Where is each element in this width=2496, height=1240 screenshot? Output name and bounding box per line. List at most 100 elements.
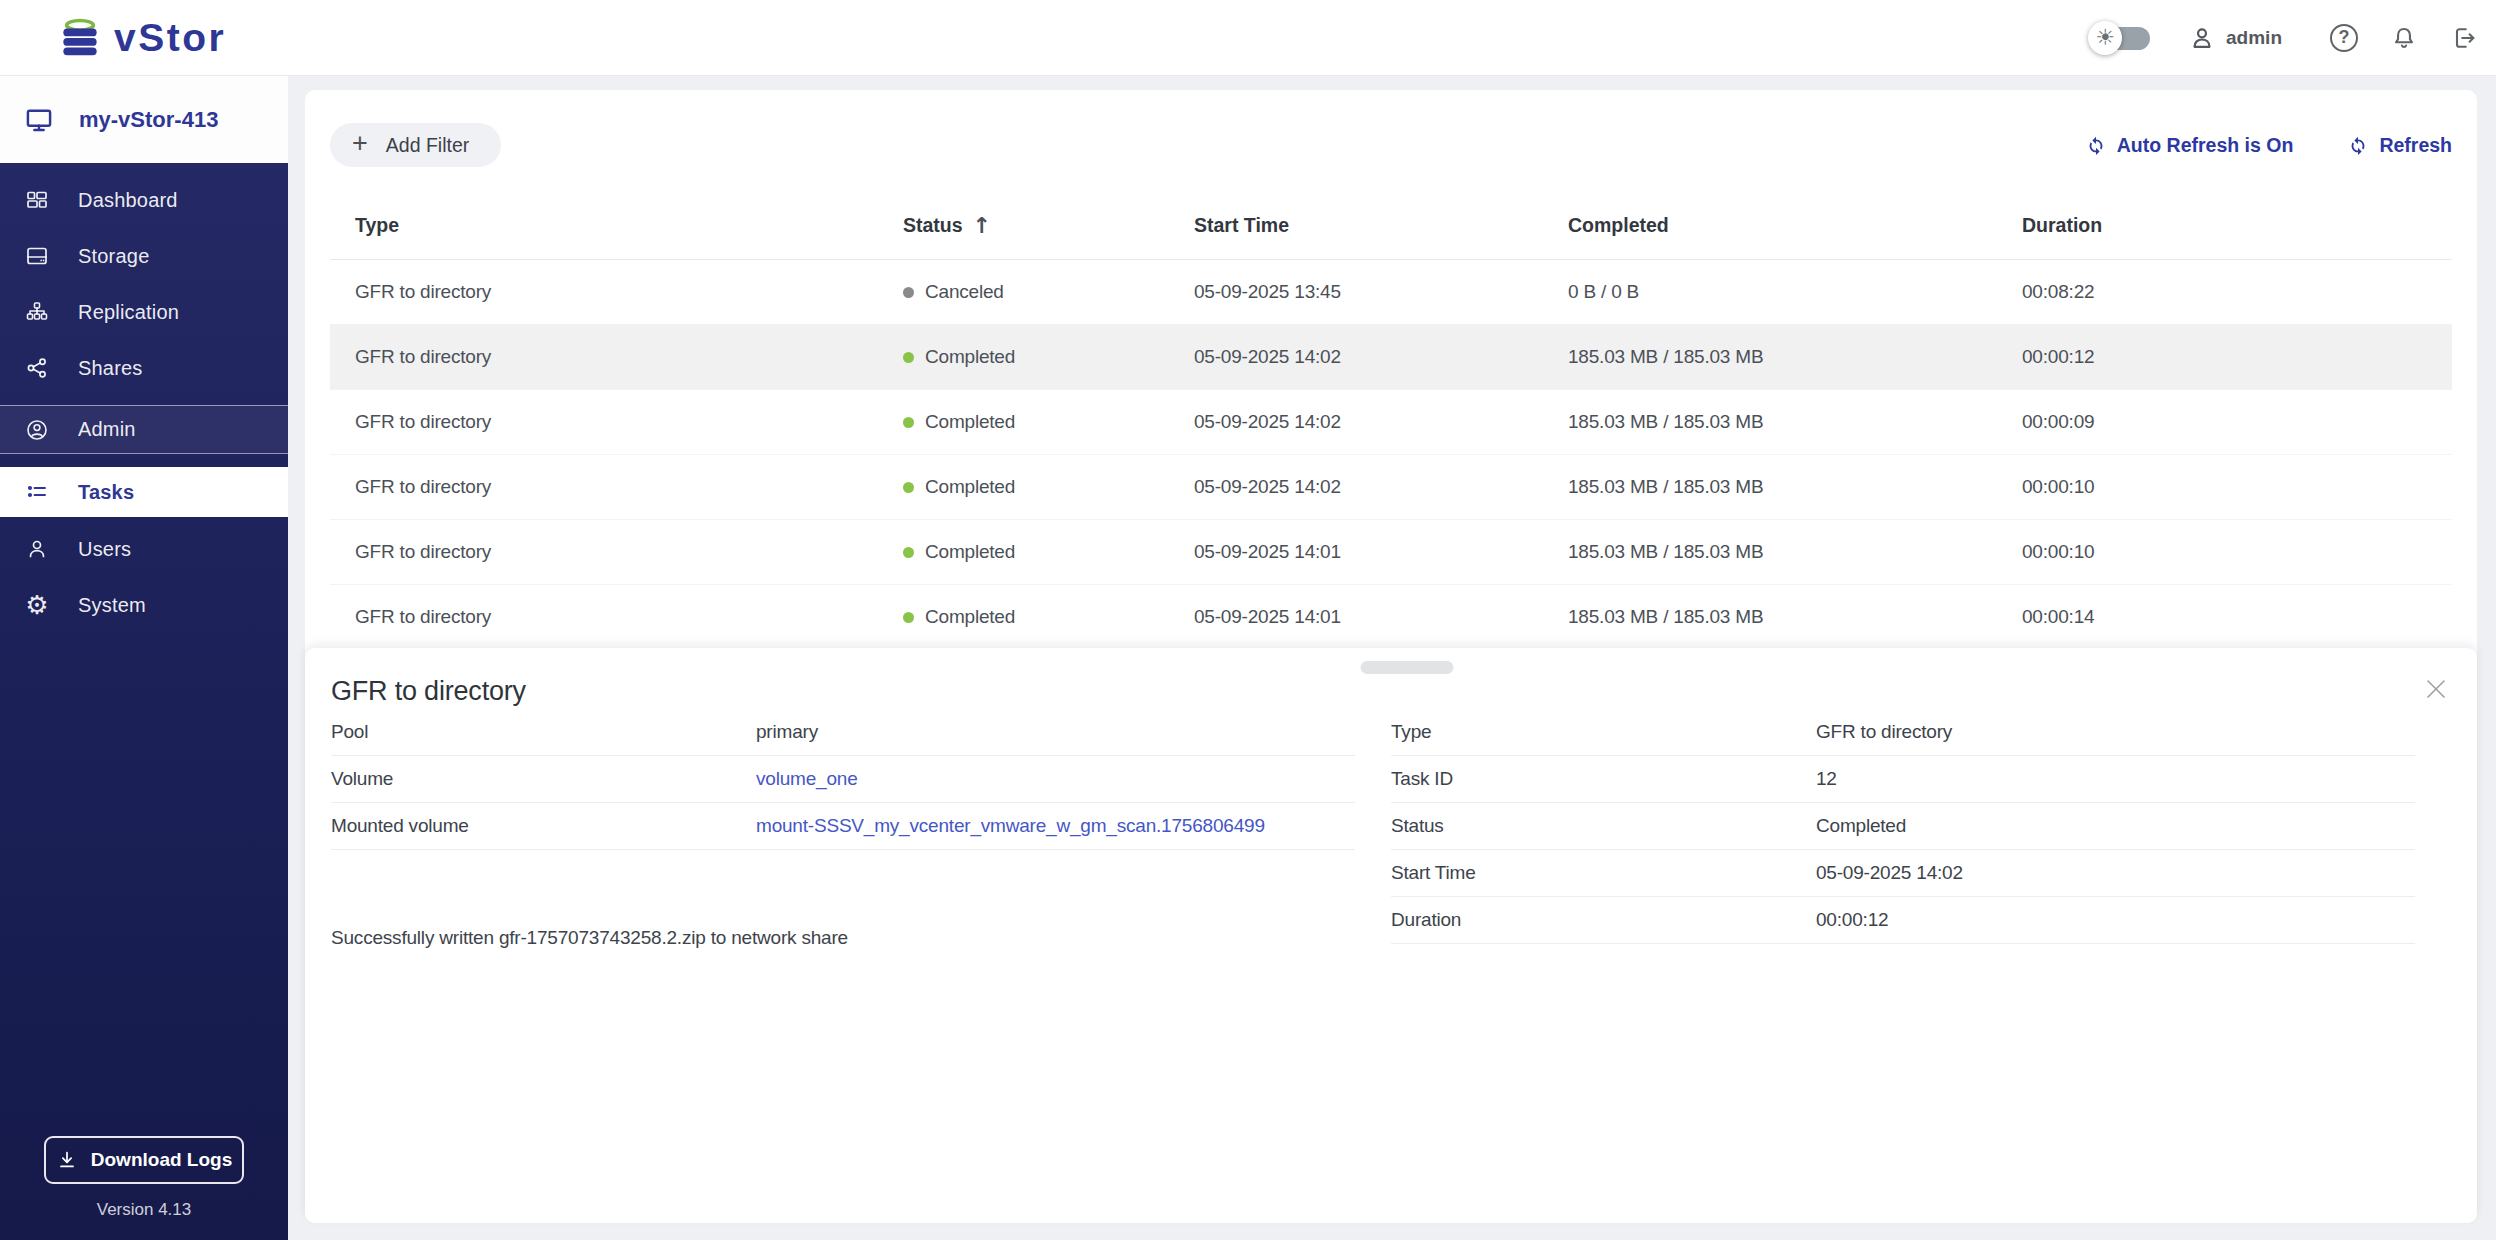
field-value: 05-09-2025 14:02: [1816, 862, 2415, 884]
detail-right-column: Type GFR to directory Task ID 12 Status …: [1391, 709, 2415, 944]
detail-field: Status Completed: [1391, 803, 2415, 850]
host-selector[interactable]: my-vStor-413: [0, 76, 288, 163]
table-row[interactable]: GFR to directory Completed 05-09-2025 14…: [330, 585, 2452, 650]
field-label: Duration: [1391, 909, 1816, 931]
tasks-table: Type Status↑ Start Time Completed Durati…: [330, 194, 2452, 650]
col-header-type[interactable]: Type: [355, 214, 903, 237]
vstor-logo-icon: [60, 18, 100, 58]
col-header-completed[interactable]: Completed: [1568, 214, 2022, 237]
table-toolbar: + Add Filter Auto Refresh is On Refresh: [330, 123, 2452, 167]
storage-icon: [25, 244, 49, 268]
field-label: Status: [1391, 815, 1816, 837]
sidebar-item-admin[interactable]: Admin: [0, 405, 288, 454]
users-icon: [25, 537, 49, 561]
detail-field: Task ID 12: [1391, 756, 2415, 803]
close-icon: [2423, 676, 2449, 702]
user-name: admin: [2226, 27, 2282, 49]
table-row[interactable]: GFR to directory Canceled 05-09-2025 13:…: [330, 260, 2452, 325]
auto-refresh-icon: [2085, 134, 2107, 156]
status-dot: [903, 612, 914, 623]
status-dot: [903, 482, 914, 493]
bell-icon: [2390, 24, 2418, 52]
sidebar-item-label: Users: [78, 538, 131, 561]
col-header-duration[interactable]: Duration: [2022, 214, 2452, 237]
table-row[interactable]: GFR to directory Completed 05-09-2025 14…: [330, 455, 2452, 520]
sidebar-item-label: Tasks: [78, 481, 134, 504]
theme-toggle[interactable]: ☀: [2088, 20, 2152, 56]
status-dot: [903, 547, 914, 558]
sidebar-item-dashboard[interactable]: Dashboard: [0, 172, 288, 228]
version-label: Version 4.13: [97, 1200, 192, 1220]
sidebar-item-label: Storage: [78, 245, 149, 268]
status-dot: [903, 287, 914, 298]
table-row[interactable]: GFR to directory Completed 05-09-2025 14…: [330, 390, 2452, 455]
detail-field: Pool primary: [331, 709, 1355, 756]
help-button[interactable]: ?: [2330, 24, 2358, 52]
status-dot: [903, 352, 914, 363]
refresh-button[interactable]: Refresh: [2347, 134, 2452, 157]
tasks-icon: [25, 480, 49, 504]
field-label: Volume: [331, 768, 756, 790]
add-filter-label: Add Filter: [386, 134, 469, 157]
field-label: Start Time: [1391, 862, 1816, 884]
sidebar-item-tasks[interactable]: Tasks: [0, 467, 288, 517]
detail-field: Type GFR to directory: [1391, 709, 2415, 756]
col-header-status[interactable]: Status↑: [903, 214, 1194, 237]
topbar: vStor ☀ admin ?: [0, 0, 2496, 76]
auto-refresh-toggle[interactable]: Auto Refresh is On: [2085, 134, 2294, 157]
replication-icon: [25, 300, 49, 324]
field-value: GFR to directory: [1816, 721, 2415, 743]
detail-field: Mounted volume mount-SSSV_my_vcenter_vmw…: [331, 803, 1355, 850]
admin-icon: [25, 418, 49, 442]
sidebar: my-vStor-413 Dashboard Storage: [0, 76, 288, 1240]
logout-button[interactable]: [2450, 24, 2478, 52]
sidebar-item-label: Shares: [78, 357, 143, 380]
field-value: 12: [1816, 768, 2415, 790]
col-header-start-time[interactable]: Start Time: [1194, 214, 1568, 237]
task-detail-panel: GFR to directory Pool primary Volume vol…: [305, 648, 2477, 1223]
sidebar-item-replication[interactable]: Replication: [0, 284, 288, 340]
volume-link[interactable]: volume_one: [756, 768, 1355, 790]
table-row[interactable]: GFR to directory Completed 05-09-2025 14…: [330, 520, 2452, 585]
sun-icon: ☀: [2088, 21, 2122, 55]
sidebar-item-label: Replication: [78, 301, 179, 324]
table-row[interactable]: GFR to directory Completed 05-09-2025 14…: [330, 325, 2452, 390]
logout-icon: [2450, 24, 2478, 52]
sidebar-item-shares[interactable]: Shares: [0, 340, 288, 396]
add-filter-button[interactable]: + Add Filter: [330, 123, 501, 167]
sidebar-item-storage[interactable]: Storage: [0, 228, 288, 284]
detail-left-column: Pool primary Volume volume_one Mounted v…: [331, 709, 1355, 850]
download-logs-label: Download Logs: [91, 1149, 232, 1171]
detail-field: Duration 00:00:12: [1391, 897, 2415, 944]
detail-field: Start Time 05-09-2025 14:02: [1391, 850, 2415, 897]
field-value: 00:00:12: [1816, 909, 2415, 931]
host-name: my-vStor-413: [79, 107, 218, 133]
system-gear-icon: ⚙: [25, 593, 49, 617]
mounted-volume-link[interactable]: mount-SSSV_my_vcenter_vmware_w_gm_scan.1…: [756, 815, 1355, 837]
field-label: Mounted volume: [331, 815, 756, 837]
detail-field: Volume volume_one: [331, 756, 1355, 803]
monitor-icon: [25, 106, 53, 134]
user-menu[interactable]: admin: [2188, 24, 2282, 52]
dashboard-icon: [25, 188, 49, 212]
vstor-logo: vStor: [60, 16, 226, 60]
sidebar-item-label: Admin: [78, 418, 136, 441]
status-dot: [903, 417, 914, 428]
shares-icon: [25, 356, 49, 380]
download-logs-button[interactable]: Download Logs: [44, 1136, 244, 1184]
user-icon: [2188, 24, 2216, 52]
logo-text: vStor: [114, 16, 226, 60]
sidebar-item-label: Dashboard: [78, 189, 178, 212]
detail-message: Successfully written gfr-1757073743258.2…: [331, 927, 848, 949]
auto-refresh-label: Auto Refresh is On: [2117, 134, 2294, 157]
refresh-icon: [2347, 134, 2369, 156]
refresh-label: Refresh: [2379, 134, 2452, 157]
download-icon: [56, 1149, 78, 1171]
close-detail-button[interactable]: [2423, 676, 2449, 702]
sidebar-item-users[interactable]: Users: [0, 521, 288, 577]
sidebar-item-system[interactable]: ⚙ System: [0, 577, 288, 633]
field-value: primary: [756, 721, 1355, 743]
drag-handle[interactable]: [1361, 661, 1454, 674]
sort-asc-icon: ↑: [973, 215, 991, 237]
notifications-button[interactable]: [2390, 24, 2418, 52]
